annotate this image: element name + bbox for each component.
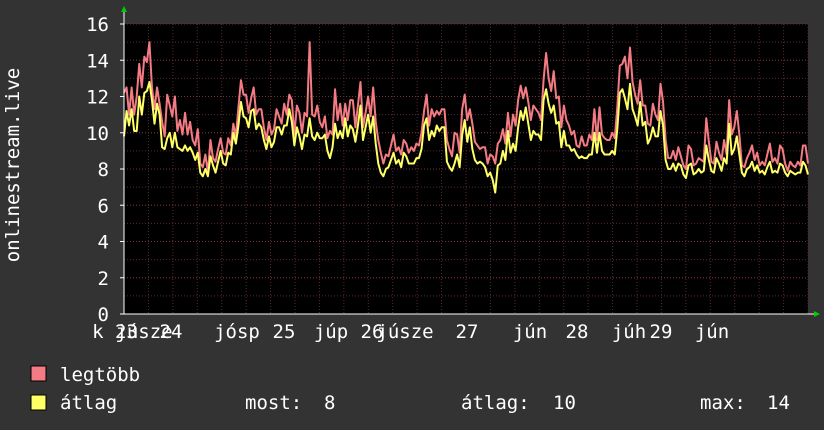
x-tick-label: 27: [456, 321, 479, 343]
x-tick-label: 24: [160, 321, 183, 343]
legend-swatch-avg: [30, 394, 47, 411]
x-tick-labels: k 23júsze24 jósp 25 júp 26júsze 27 jún 28 júh 29 j…: [92, 321, 729, 343]
stat-avg-value: 10: [553, 392, 576, 414]
x-tick-label: júh: [612, 321, 646, 343]
y-axis-label: onlinestream.live: [2, 68, 24, 262]
y-tick-label: 6: [98, 195, 109, 217]
x-tick-label: 28: [566, 321, 589, 343]
x-tick-label: júp: [314, 321, 348, 343]
y-tick-label: 14: [86, 50, 109, 72]
y-tick-label: 16: [86, 14, 109, 36]
y-tick-label: 4: [98, 232, 109, 254]
chart: 0 2 4 6 8 10 12 14 16 k 23 júsze 24 jósp 25 júp 26 júsz…: [0, 0, 824, 430]
x-tick-label: júsze: [376, 321, 433, 343]
stat-avg-label: átlag:: [461, 392, 530, 414]
x-tick-label: jún: [695, 321, 729, 343]
legend-label-avg: átlag: [60, 392, 117, 414]
x-tick-label: jósp: [214, 321, 260, 343]
stat-now-label: most:: [245, 392, 302, 414]
legend: legtöbb átlag most: 8 átlag: 10 max: 14: [30, 364, 790, 414]
x-tick-label: jún: [513, 321, 547, 343]
y-tick-label: 2: [98, 268, 109, 290]
x-tick-label: 29: [650, 321, 673, 343]
chart-svg: 0246810121416 k 23júsze24 jósp 25 júp 26júsz…: [2, 6, 820, 414]
stat-now-value: 8: [324, 392, 335, 414]
x-axis-arrow: [814, 311, 820, 317]
stat-max-value: 14: [767, 392, 790, 414]
x-tick-label: 25: [273, 321, 296, 343]
y-axis-arrow: [121, 6, 127, 12]
legend-label-max: legtöbb: [60, 364, 140, 386]
y-tick-label: 8: [98, 159, 109, 181]
y-tick-labels: 0246810121416: [86, 14, 124, 326]
legend-swatch-max: [30, 365, 47, 382]
y-tick-label: 12: [86, 87, 109, 109]
y-tick-label: 10: [86, 123, 109, 145]
stat-max-label: max:: [700, 392, 746, 414]
